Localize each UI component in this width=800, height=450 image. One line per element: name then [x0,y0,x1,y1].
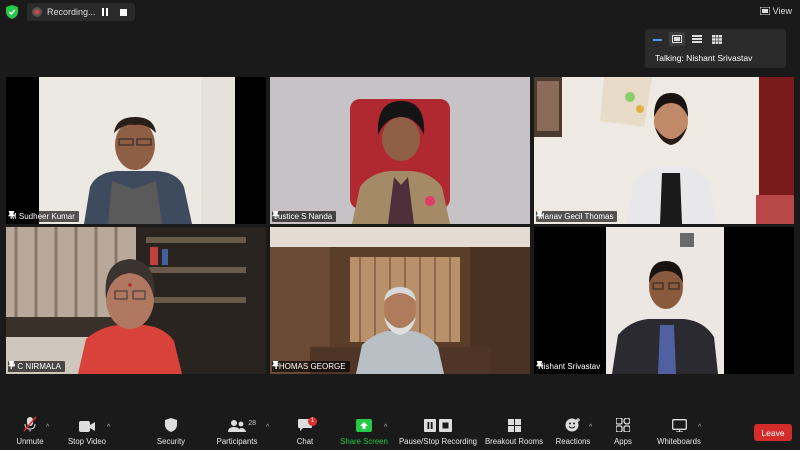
leave-button[interactable]: Leave [754,424,792,441]
meeting-toolbar: Unmute ^ Stop Video ^ Security 28 Partic… [0,410,800,450]
smiley-plus-icon [565,418,580,432]
stop-video-button[interactable]: Stop Video [64,410,110,450]
security-label: Security [156,437,186,446]
chat-label: Chat [296,437,314,446]
stop-video-label: Stop Video [67,437,106,446]
pin-icon [536,211,543,219]
participant-name: P C NIRMALA [10,362,61,371]
video-tile-5[interactable]: THOMAS GEORGE [270,227,530,374]
participant-video [6,227,266,374]
pause-stop-recording-button[interactable]: Pause/Stop Recording [398,410,478,450]
pause-stop-recording-icon [424,419,452,432]
pause-recording-icon[interactable] [99,6,111,18]
share-options-chevron-icon[interactable]: ^ [384,424,387,431]
view-button[interactable]: View [759,4,792,18]
speaker-layout-icon[interactable] [669,32,685,46]
chat-button[interactable]: 1 Chat [290,410,320,450]
participant-name-label: THOMAS GEORGE [272,361,350,372]
video-tile-2[interactable]: Justice S Nanda [270,77,530,224]
audio-options-chevron-icon[interactable]: ^ [46,424,49,431]
apps-icon [616,418,630,432]
whiteboard-icon [671,419,687,432]
recording-cloud-icon [32,7,42,17]
video-camera-icon [79,421,95,432]
top-bar: Recording... View [0,0,800,26]
security-button[interactable]: Security [153,410,189,450]
participants-count: 28 [248,420,256,427]
pin-icon [8,361,15,369]
gallery-layout-icon[interactable] [709,32,725,46]
whiteboards-options-chevron-icon[interactable]: ^ [698,424,701,431]
video-tile-6-active-speaker[interactable]: Nishant Srivastav [534,227,794,374]
participant-name: Justice S Nanda [274,212,333,221]
share-screen-arrow-icon [356,419,372,432]
apps-button[interactable]: Apps [608,410,638,450]
stop-recording-icon[interactable] [117,6,129,18]
participant-name: Nishant Srivastav [538,362,601,371]
participant-name-label: Justice S Nanda [272,211,337,222]
breakout-rooms-button[interactable]: Breakout Rooms [484,410,544,450]
participant-video [6,77,266,224]
participant-video [270,227,530,374]
recording-label: Recording... [47,7,96,17]
video-tile-3[interactable]: Manav Gecil Thomas [534,77,794,224]
encryption-shield-icon[interactable] [6,5,18,19]
video-options-chevron-icon[interactable]: ^ [107,424,110,431]
grid-view-icon [759,7,770,15]
video-tile-4[interactable]: P C NIRMALA [6,227,266,374]
participant-name-label: M Sudheer Kumar [8,211,79,222]
unmute-label: Unmute [16,437,44,446]
reactions-button[interactable]: Reactions [555,410,591,450]
participants-button[interactable]: 28 Participants [214,410,260,450]
security-shield-icon [165,418,177,432]
pin-icon [272,211,279,219]
pin-icon [8,211,15,219]
muted-microphone-icon [23,416,37,432]
participant-name-label: P C NIRMALA [8,361,65,372]
participant-name-label: Nishant Srivastav [536,361,605,372]
share-screen-label: Share Screen [340,437,388,446]
participant-name-label: Manav Gecil Thomas [536,211,618,222]
participants-icon [228,420,246,432]
breakout-rooms-icon [507,419,521,432]
whiteboards-label: Whiteboards [657,437,701,446]
breakout-rooms-label: Breakout Rooms [484,437,544,446]
whiteboards-button[interactable]: Whiteboards [654,410,704,450]
participant-name: THOMAS GEORGE [274,362,346,371]
active-speaker-panel: Talking: Nishant Srivastav [645,29,786,68]
apps-label: Apps [614,437,632,446]
reactions-label: Reactions [555,437,591,446]
pause-stop-recording-label: Pause/Stop Recording [398,437,478,446]
talking-indicator: Talking: Nishant Srivastav [655,53,753,63]
share-screen-button[interactable]: Share Screen [340,410,388,450]
pin-icon [536,361,543,369]
view-label: View [772,6,792,16]
strip-layout-icon[interactable] [689,32,705,46]
participants-label: Participants [216,437,258,446]
participants-options-chevron-icon[interactable]: ^ [266,424,269,431]
pin-icon [272,361,279,369]
participant-name: M Sudheer Kumar [10,212,75,221]
participant-video [534,227,794,374]
participant-video [534,77,794,224]
participant-video [270,77,530,224]
reactions-options-chevron-icon[interactable]: ^ [589,424,592,431]
video-tile-1[interactable]: M Sudheer Kumar [6,77,266,224]
chat-unread-badge: 1 [308,417,317,426]
participant-name: Manav Gecil Thomas [538,212,614,221]
unmute-button[interactable]: Unmute [12,410,48,450]
recording-indicator: Recording... [27,3,135,21]
minimize-layout-icon[interactable] [649,32,665,46]
